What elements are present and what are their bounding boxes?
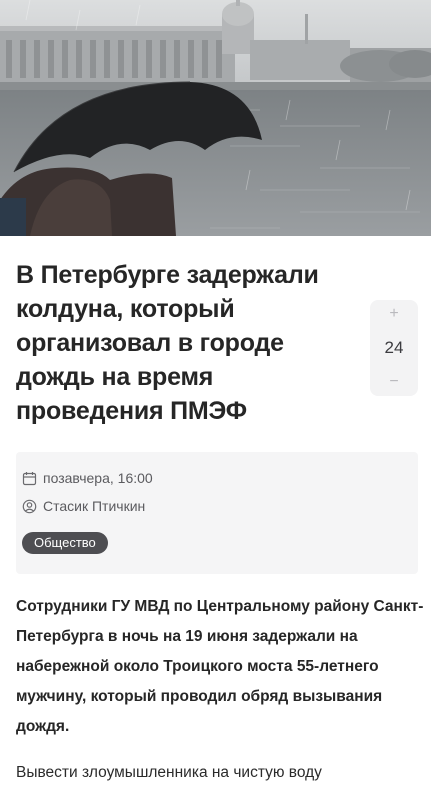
rating-count: 24 [384,338,404,357]
article-title: В Петербурге задержали колдуна, который … [16,261,319,425]
category-tag[interactable]: Общество [22,532,108,554]
article-body-paragraph: Вывести злоумышленника на чистую воду [16,764,322,781]
article-lead: Сотрудники ГУ МВД по Центральному району… [16,598,424,735]
article-date: позавчера, 16:00 [43,470,153,486]
calendar-icon [22,471,37,485]
date-row: позавчера, 16:00 [22,470,153,486]
article-meta: позавчера, 16:00 Стасик Птичкин Общество [16,452,418,574]
article-author[interactable]: Стасик Птичкин [43,498,145,514]
downvote-button[interactable]: − [389,374,398,390]
hero-photo-rainy-embankment [0,0,431,236]
user-icon [22,499,37,513]
article-header: В Петербурге задержали колдуна, который … [16,258,358,428]
rating-widget: + 24 − [370,300,418,396]
upvote-button[interactable]: + [389,306,398,322]
article-hero-image [0,0,431,236]
author-row[interactable]: Стасик Птичкин [22,498,145,514]
